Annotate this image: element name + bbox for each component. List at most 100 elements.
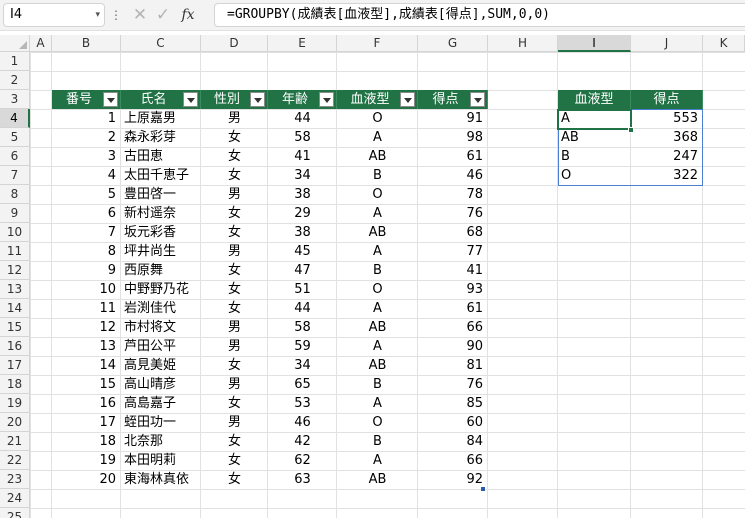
table-cell[interactable]: 16 (52, 394, 121, 413)
table-cell[interactable]: 98 (418, 128, 488, 147)
table-cell[interactable]: 2 (52, 128, 121, 147)
table-cell[interactable]: 46 (268, 413, 337, 432)
table-cell[interactable]: AB (337, 147, 418, 166)
result-cell[interactable]: O (558, 166, 631, 185)
table-cell[interactable]: 93 (418, 280, 488, 299)
row-header-18[interactable]: 18 (0, 375, 30, 394)
table-cell[interactable]: 10 (52, 280, 121, 299)
table-cell[interactable]: 90 (418, 337, 488, 356)
table-cell[interactable]: 19 (52, 451, 121, 470)
table-cell[interactable]: 中野野乃花 (121, 280, 201, 299)
table-cell[interactable]: 男 (201, 337, 268, 356)
table-cell[interactable]: 女 (201, 432, 268, 451)
table-cell[interactable]: 68 (418, 223, 488, 242)
table-cell[interactable]: 46 (418, 166, 488, 185)
table-cell[interactable]: 西原舞 (121, 261, 201, 280)
table-cell[interactable]: 18 (52, 432, 121, 451)
name-box[interactable]: I4 ▾ (3, 3, 105, 27)
table-cell[interactable]: 41 (268, 147, 337, 166)
table-cell[interactable]: 男 (201, 413, 268, 432)
table-cell[interactable]: 坪井尚生 (121, 242, 201, 261)
row-header-1[interactable]: 1 (0, 52, 30, 71)
table-cell[interactable]: 高島嘉子 (121, 394, 201, 413)
table-cell[interactable]: A (337, 204, 418, 223)
table-cell[interactable]: 65 (268, 375, 337, 394)
table-cell[interactable]: A (337, 299, 418, 318)
table-cell[interactable]: 58 (268, 128, 337, 147)
table-cell[interactable]: A (337, 394, 418, 413)
result-cell[interactable]: AB (558, 128, 631, 147)
table-cell[interactable]: 61 (418, 299, 488, 318)
filter-dropdown-icon[interactable] (250, 92, 265, 107)
formula-input[interactable]: =GROUPBY(成績表[血液型],成績表[得点],SUM,0,0) (214, 3, 745, 27)
table-cell[interactable]: 女 (201, 451, 268, 470)
row-header-23[interactable]: 23 (0, 470, 30, 489)
column-header-g[interactable]: G (418, 35, 488, 52)
table-cell[interactable]: 38 (268, 223, 337, 242)
table-cell[interactable]: 古田恵 (121, 147, 201, 166)
table-cell[interactable]: 男 (201, 318, 268, 337)
table-cell[interactable]: 本田明莉 (121, 451, 201, 470)
insert-function-icon[interactable]: fx (177, 4, 199, 26)
table-cell[interactable]: 坂元彩香 (121, 223, 201, 242)
table-cell[interactable]: 77 (418, 242, 488, 261)
filter-dropdown-icon[interactable] (319, 92, 334, 107)
table-cell[interactable]: 男 (201, 242, 268, 261)
table-cell[interactable]: 11 (52, 299, 121, 318)
cancel-icon[interactable]: ✕ (131, 4, 149, 26)
table-cell[interactable]: 29 (268, 204, 337, 223)
table-cell[interactable]: 女 (201, 261, 268, 280)
table-cell[interactable]: 女 (201, 280, 268, 299)
table-cell[interactable]: 62 (268, 451, 337, 470)
table-cell[interactable]: 47 (268, 261, 337, 280)
row-header-7[interactable]: 7 (0, 166, 30, 185)
table-cell[interactable]: A (337, 451, 418, 470)
filter-dropdown-icon[interactable] (470, 92, 485, 107)
result-cell[interactable]: 247 (631, 147, 703, 166)
table-cell[interactable]: 15 (52, 375, 121, 394)
table-cell[interactable]: 森永彩芽 (121, 128, 201, 147)
column-header-h[interactable]: H (488, 35, 558, 52)
score-table-header[interactable]: 血液型 (337, 90, 418, 109)
table-cell[interactable]: AB (337, 223, 418, 242)
column-header-e[interactable]: E (268, 35, 337, 52)
table-cell[interactable]: 女 (201, 147, 268, 166)
result-header[interactable]: 得点 (631, 90, 703, 109)
column-header-k[interactable]: K (703, 35, 745, 52)
table-cell[interactable]: AB (337, 356, 418, 375)
table-cell[interactable]: 14 (52, 356, 121, 375)
table-cell[interactable]: 63 (268, 470, 337, 489)
table-resize-handle[interactable] (481, 487, 485, 491)
table-cell[interactable]: 42 (268, 432, 337, 451)
column-header-j[interactable]: J (631, 35, 703, 52)
enter-icon[interactable]: ✓ (154, 4, 172, 26)
column-header-d[interactable]: D (201, 35, 268, 52)
table-cell[interactable]: 女 (201, 223, 268, 242)
table-cell[interactable]: 58 (268, 318, 337, 337)
result-cell[interactable]: A (558, 109, 631, 128)
filter-dropdown-icon[interactable] (103, 92, 118, 107)
table-cell[interactable]: 男 (201, 109, 268, 128)
table-cell[interactable]: 84 (418, 432, 488, 451)
table-cell[interactable]: 5 (52, 185, 121, 204)
table-cell[interactable]: 66 (418, 318, 488, 337)
table-cell[interactable]: 女 (201, 166, 268, 185)
table-cell[interactable]: B (337, 166, 418, 185)
column-header-f[interactable]: F (337, 35, 418, 52)
table-cell[interactable]: O (337, 413, 418, 432)
table-cell[interactable]: 12 (52, 318, 121, 337)
row-header-14[interactable]: 14 (0, 299, 30, 318)
table-cell[interactable]: 男 (201, 375, 268, 394)
table-cell[interactable]: B (337, 432, 418, 451)
table-cell[interactable]: 新村遥奈 (121, 204, 201, 223)
result-cell[interactable]: 553 (631, 109, 703, 128)
table-cell[interactable]: 92 (418, 470, 488, 489)
row-header-10[interactable]: 10 (0, 223, 30, 242)
table-cell[interactable]: 45 (268, 242, 337, 261)
table-cell[interactable]: 女 (201, 299, 268, 318)
table-cell[interactable]: 女 (201, 470, 268, 489)
row-header-21[interactable]: 21 (0, 432, 30, 451)
score-table-header[interactable]: 氏名 (121, 90, 201, 109)
row-header-25[interactable]: 25 (0, 508, 30, 518)
table-cell[interactable]: 91 (418, 109, 488, 128)
